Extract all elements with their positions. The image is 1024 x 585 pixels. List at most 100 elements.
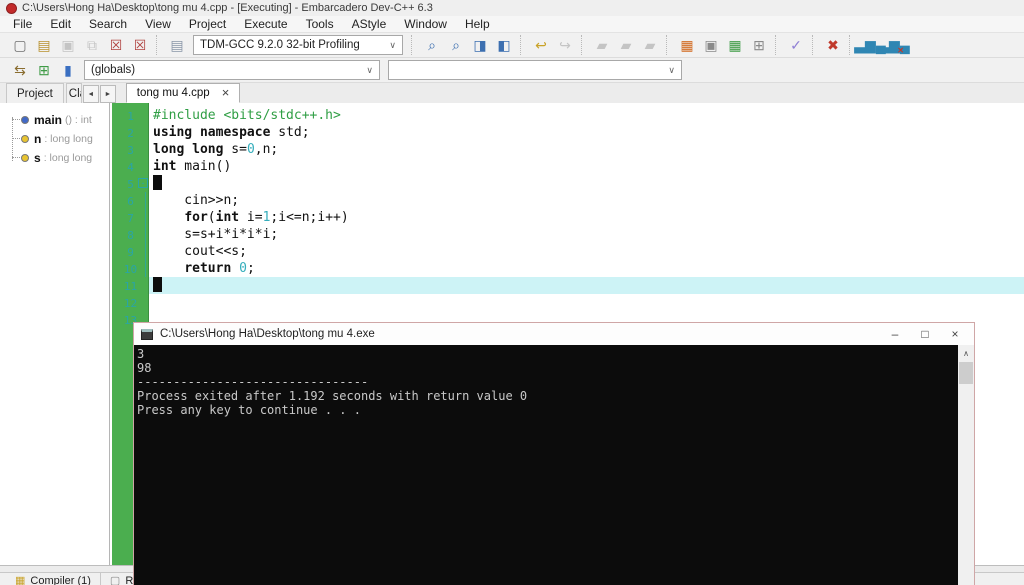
resources-icon: ▢ — [109, 575, 121, 585]
open-window-icon: ▮ — [64, 62, 72, 78]
gutter-cell[interactable]: 12 — [112, 294, 149, 311]
code-line-10[interactable]: 10 return 0; — [112, 260, 1024, 277]
goto-line-button[interactable]: ◧ — [492, 34, 516, 56]
gutter-cell[interactable]: 8 — [112, 226, 149, 243]
scroll-up-button[interactable]: ∧ — [958, 345, 974, 361]
menu-help[interactable]: Help — [456, 16, 499, 33]
code-line-8[interactable]: 8 s=s+i*i*i*i; — [112, 226, 1024, 243]
code-line-12[interactable]: 12 — [112, 294, 1024, 311]
find-in-files-button[interactable]: ⌕ — [444, 34, 468, 56]
maximize-button[interactable]: □ — [910, 324, 940, 344]
menu-edit[interactable]: Edit — [41, 16, 80, 33]
tree-item-s[interactable]: s: long long — [0, 148, 109, 167]
minimize-button[interactable]: – — [880, 324, 910, 344]
line-number: 4 — [127, 161, 134, 174]
code-line-9[interactable]: 9 cout<<s; — [112, 243, 1024, 260]
delete-profiling-button[interactable]: ▃▆▄ ✕ — [878, 34, 909, 56]
gutter-cell[interactable]: 4 — [112, 158, 149, 175]
code-segment: namespace — [199, 125, 271, 140]
close-file-button[interactable]: ☒ — [104, 34, 128, 56]
print-button[interactable]: ▤ — [165, 34, 189, 56]
scrollbar-thumb[interactable] — [959, 362, 973, 384]
menu-window[interactable]: Window — [395, 16, 456, 33]
gutter-cell[interactable]: 6 — [112, 192, 149, 209]
console-scrollbar[interactable]: ∧ — [958, 345, 974, 585]
code-line-6[interactable]: 6 cin>>n; — [112, 192, 1024, 209]
menu-project[interactable]: Project — [180, 16, 235, 33]
compile-run-button[interactable]: ▰ — [638, 34, 662, 56]
title-bar[interactable]: C:\Users\Hong Ha\Desktop\tong mu 4.cpp -… — [0, 0, 1024, 16]
colored-squares-button[interactable]: ▦ — [675, 34, 699, 56]
globals-select[interactable]: (globals) ∨ — [84, 60, 380, 80]
red-x-badge-icon: ✕ — [897, 46, 904, 55]
tab-classes[interactable]: Classes — [65, 83, 82, 103]
console-line: -------------------------------- — [137, 375, 369, 389]
save-button[interactable]: ▣ — [56, 34, 80, 56]
code-line-5[interactable]: 5-{ — [112, 175, 1024, 192]
abort-compilation-button[interactable]: ✖ — [821, 34, 845, 56]
gutter-cell[interactable]: 3 — [112, 141, 149, 158]
code-line-4[interactable]: 4 int main() — [112, 158, 1024, 175]
compile-button[interactable]: ▰ — [590, 34, 614, 56]
syntax-check-button[interactable]: ✓ — [784, 34, 808, 56]
gutter-cell[interactable]: 7 — [112, 209, 149, 226]
tree-item-n[interactable]: n: long long — [0, 129, 109, 148]
colored-window-button[interactable]: ▦ — [723, 34, 747, 56]
outline-squares-button[interactable]: ⊞ — [747, 34, 771, 56]
menu-search[interactable]: Search — [80, 16, 136, 33]
tree-item-main[interactable]: main() : int — [0, 110, 109, 129]
compiler-log-icon: ▦ — [15, 575, 26, 585]
find-button[interactable]: ⌕ — [420, 34, 444, 56]
tab-scroll-left-button[interactable]: ◄ — [82, 85, 99, 103]
left-arrow-icon: ◄ — [87, 90, 95, 98]
menu-execute[interactable]: Execute — [235, 16, 296, 33]
open-window-button[interactable]: ▮ — [56, 59, 80, 81]
gutter-cell[interactable]: 11 — [112, 277, 149, 294]
add-watch-button[interactable]: ⊞ — [32, 59, 56, 81]
menu-view[interactable]: View — [136, 16, 180, 33]
nav-back-button[interactable]: ⇆ — [8, 59, 32, 81]
gutter-cell[interactable]: 9 — [112, 243, 149, 260]
chevron-down-icon: ∨ — [668, 64, 675, 75]
bottom-tab-compiler-1-[interactable]: ▦ Compiler (1) — [6, 573, 101, 585]
menu-tools[interactable]: Tools — [297, 16, 343, 33]
console-title-bar[interactable]: C:\Users\Hong Ha\Desktop\tong mu 4.exe –… — [134, 323, 974, 345]
new-file-button[interactable]: ▢ — [8, 34, 32, 56]
editor-tab-active[interactable]: tong mu 4.cpp × — [125, 83, 241, 103]
code-line-7[interactable]: 7 for(int i=1;i<=n;i++) — [112, 209, 1024, 226]
compiler-select[interactable]: TDM-GCC 9.2.0 32-bit Profiling ∨ — [193, 35, 403, 55]
menu-astyle[interactable]: AStyle — [343, 16, 396, 33]
menu-file[interactable]: File — [4, 16, 41, 33]
code-line-3[interactable]: 3 long long s=0,n; — [112, 141, 1024, 158]
code-line-1[interactable]: 1 #include <bits/stdc++.h> — [112, 107, 1024, 124]
gutter-cell[interactable]: 2 — [112, 124, 149, 141]
run-button[interactable]: ▰ — [614, 34, 638, 56]
panel-window-icon: ▣ — [704, 37, 718, 53]
open-file-button[interactable]: ▤ — [32, 34, 56, 56]
symbol-type: : long long — [44, 132, 93, 145]
save-all-button[interactable]: ⧉ — [80, 34, 104, 56]
close-all-button[interactable]: ☒ — [128, 34, 152, 56]
members-select[interactable]: ∨ — [388, 60, 682, 80]
tab-project[interactable]: Project — [6, 83, 64, 103]
redo-button[interactable]: ↪ — [553, 34, 577, 56]
toolbar-separator — [666, 35, 672, 55]
symbol-name: n — [34, 131, 42, 146]
gutter-cell[interactable]: 5- — [112, 175, 149, 192]
gutter-cell[interactable]: 10 — [112, 260, 149, 277]
close-button[interactable]: × — [940, 324, 970, 344]
bottom-tab-label: Compiler (1) — [30, 575, 91, 585]
close-tab-icon[interactable]: × — [222, 86, 230, 99]
console-line: 3 — [137, 347, 145, 361]
tab-scroll-right-button[interactable]: ► — [99, 85, 116, 103]
panel-window-button[interactable]: ▣ — [699, 34, 723, 56]
code-line-2[interactable]: 2 using namespace std; — [112, 124, 1024, 141]
fold-collapse-icon[interactable]: - — [138, 178, 148, 188]
gutter-cell[interactable]: 1 — [112, 107, 149, 124]
delete-profiling-icon: ▃▆▄ — [878, 37, 910, 53]
replace-button[interactable]: ◨ — [468, 34, 492, 56]
code-line-11[interactable]: 11} — [112, 277, 1024, 294]
undo-button[interactable]: ↩ — [529, 34, 553, 56]
